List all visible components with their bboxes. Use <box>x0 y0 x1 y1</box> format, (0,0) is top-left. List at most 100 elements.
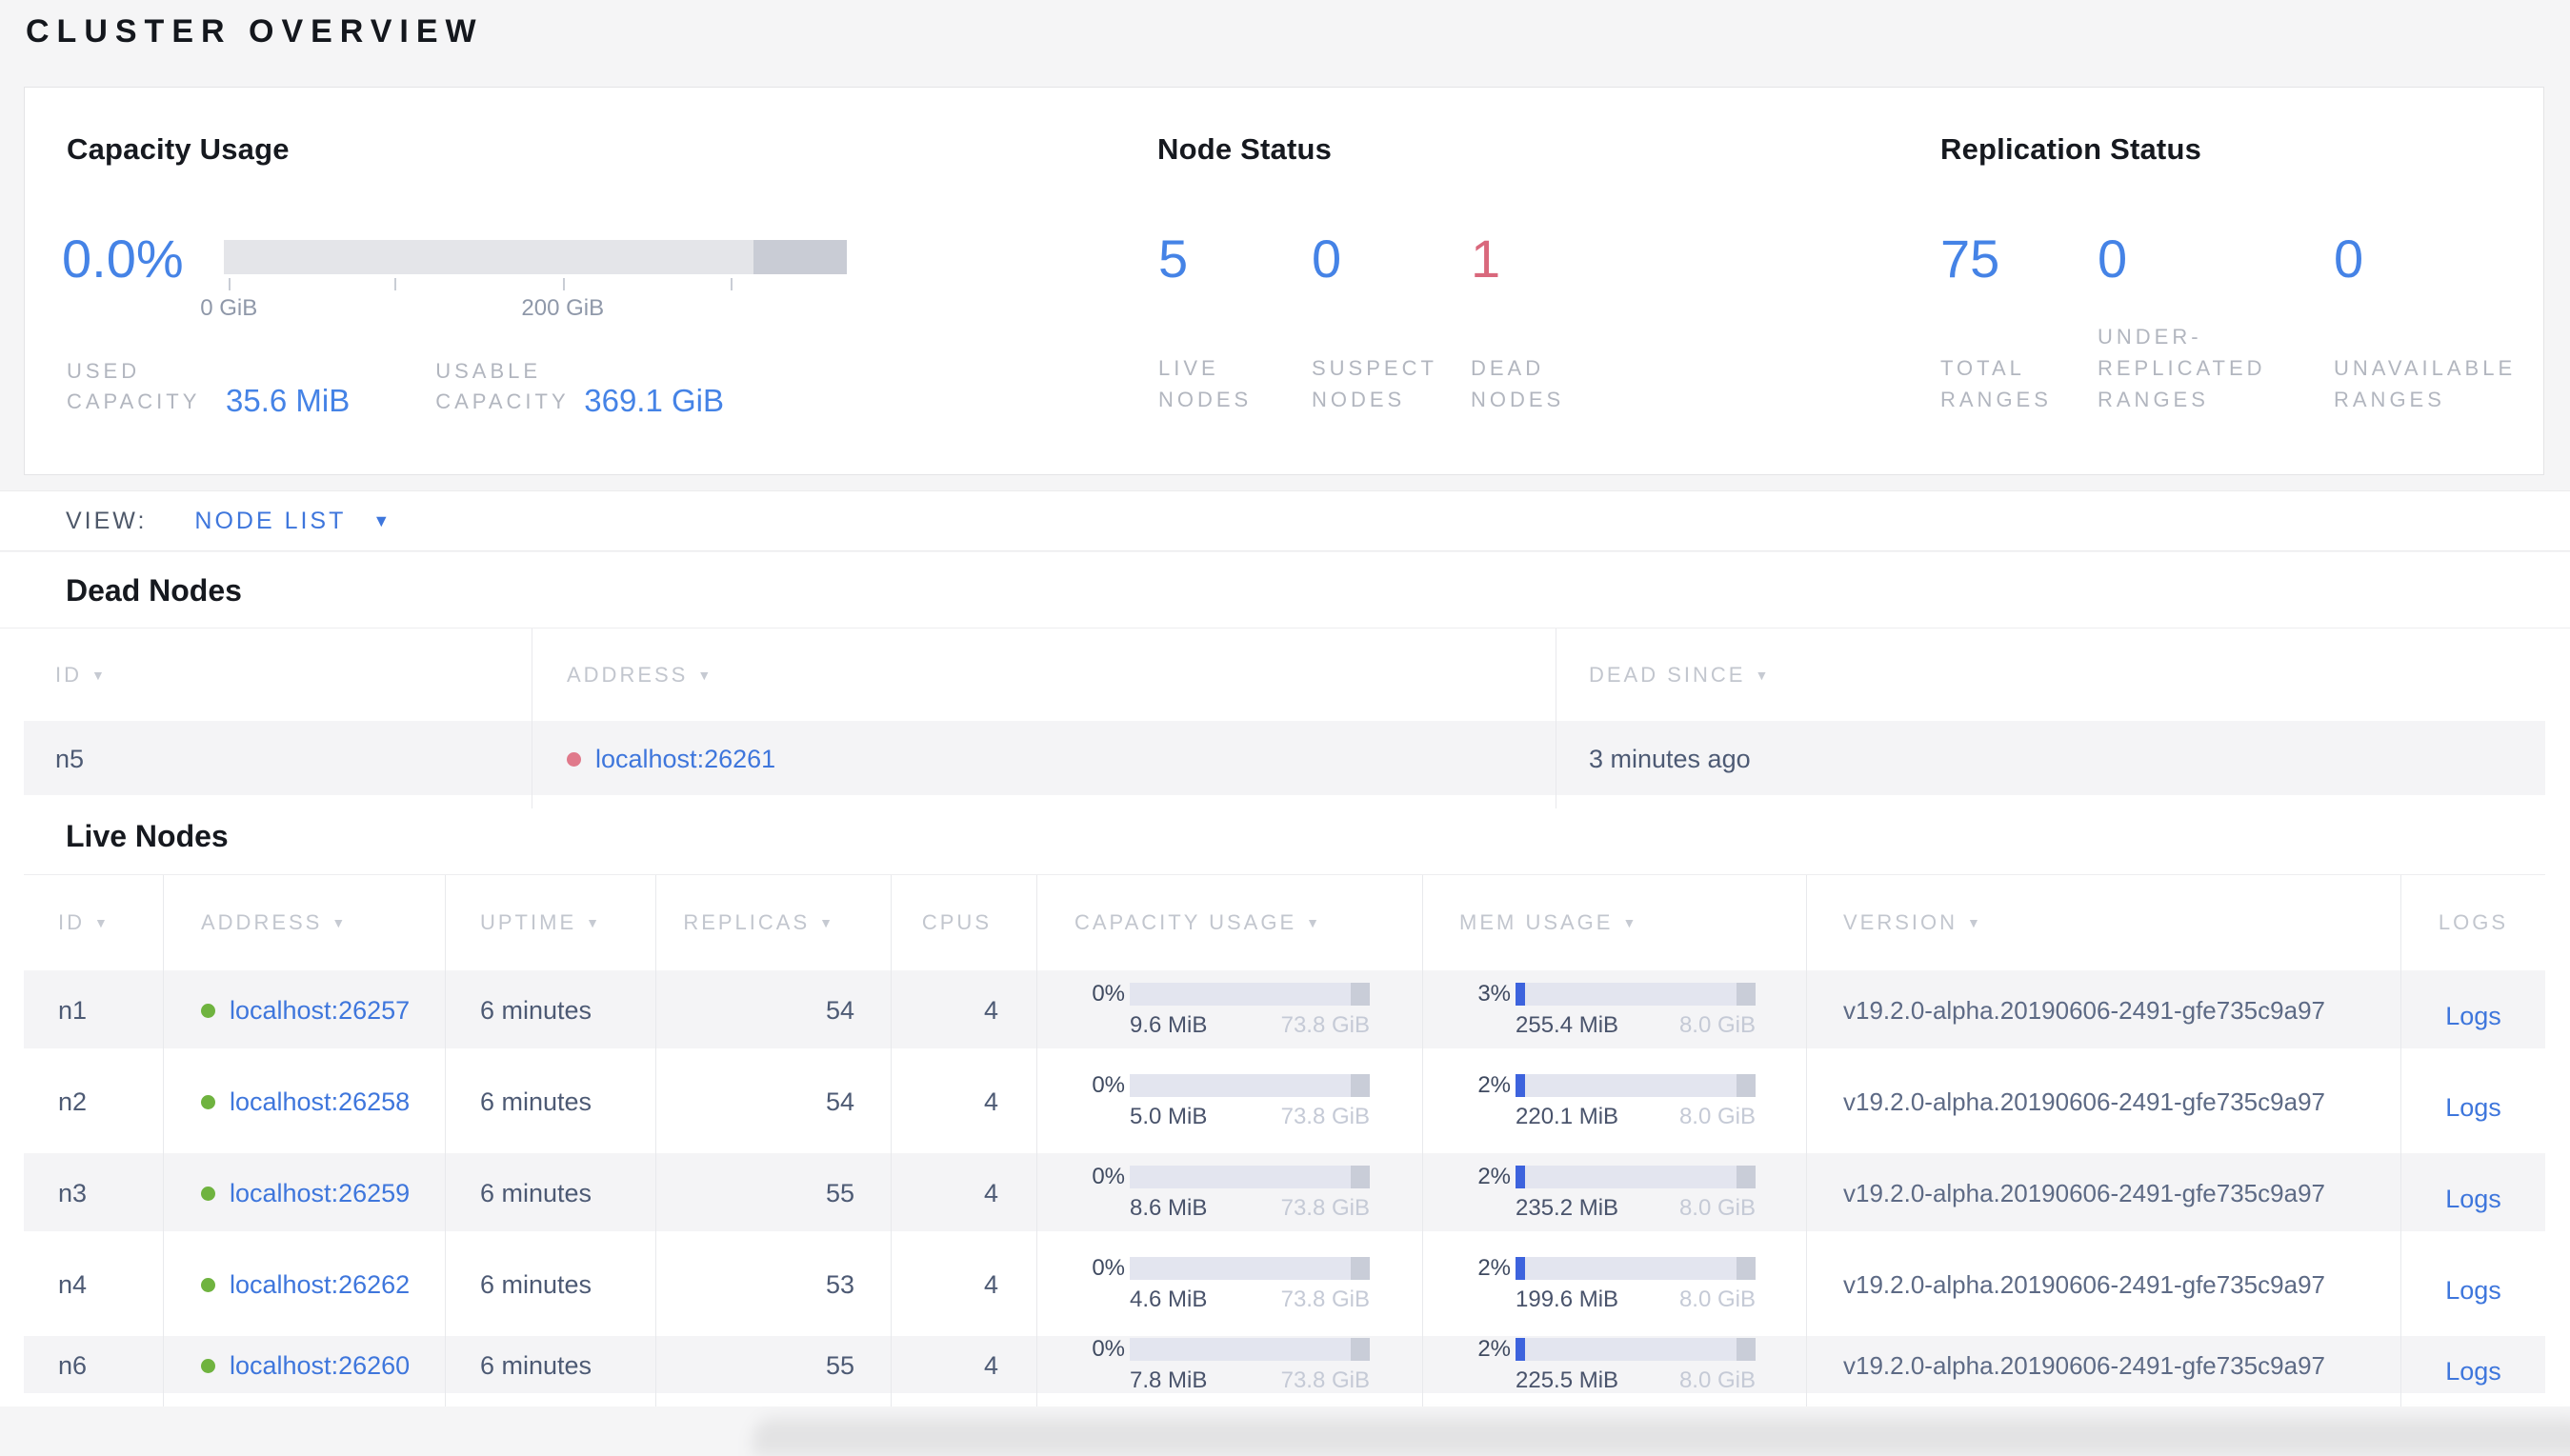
capacity-usage-percent: 0% <box>1092 980 1125 1007</box>
mem-usage-cell: 3% 255.4 MiB 8.0 GiB <box>1423 970 1807 1062</box>
window-shadow-artifact <box>753 1418 2570 1456</box>
column-label: REPLICAS <box>683 910 811 934</box>
live-nodes-column-header-address[interactable]: ADDRESS ▼ <box>164 875 446 970</box>
stat-label-line: CAPACITY <box>435 389 570 413</box>
node-address-link[interactable]: localhost:26257 <box>230 996 410 1026</box>
sort-arrow-icon: ▼ <box>1967 915 1983 930</box>
mem-usage-gauge: 2% 235.2 MiB 8.0 GiB <box>1457 1163 1757 1222</box>
cpus-cell: 4 <box>892 1336 1037 1406</box>
capacity-usage-percent: 0% <box>1092 1163 1125 1189</box>
summary-stat-label: DEAD NODES <box>1471 352 1564 415</box>
summary-stat: 75 TOTAL RANGES <box>1940 88 2098 474</box>
axis-tick-mark <box>730 278 733 290</box>
live-nodes-column-header-version[interactable]: VERSION ▼ <box>1807 875 2401 970</box>
capacity-usage-bar <box>1130 982 1371 1006</box>
dead-nodes-column-header-address[interactable]: ADDRESS ▼ <box>532 628 1556 721</box>
capacity-usage-bar <box>1130 1256 1371 1280</box>
logs-cell: Logs <box>2401 1245 2545 1336</box>
dead-since-cell: 3 minutes ago <box>1589 744 1751 773</box>
capacity-usage-percent: 0% <box>1092 1335 1125 1362</box>
mem-usage-used-value: 255.4 MiB <box>1516 1011 1619 1038</box>
node-address-link[interactable]: localhost:26262 <box>230 1270 410 1300</box>
stat-label-line: CAPACITY <box>67 389 201 413</box>
node-id-cell: n4 <box>24 1245 164 1336</box>
capacity-used-percent: 0.0% <box>62 229 184 289</box>
view-label: VIEW: <box>66 507 148 534</box>
live-nodes-column-header-capacity-usage[interactable]: CAPACITY USAGE ▼ <box>1037 875 1423 970</box>
view-bar: VIEW: NODE LIST ▼ <box>0 490 2570 551</box>
summary-stat-value: 0 <box>2334 229 2364 289</box>
replicas-cell: 53 <box>656 1245 892 1336</box>
node-address-link[interactable]: localhost:26259 <box>230 1179 410 1208</box>
node-address-cell: localhost:26259 <box>164 1153 446 1245</box>
cluster-summary-panel: Capacity Usage Node Status Replication S… <box>24 87 2544 475</box>
mem-usage-gauge: 3% 255.4 MiB 8.0 GiB <box>1457 980 1757 1039</box>
capacity-usage-total-value: 73.8 GiB <box>1280 1286 1370 1312</box>
summary-stat-value: 5 <box>1158 229 1189 289</box>
summary-stat-value: 0 <box>1312 229 1342 289</box>
chevron-down-icon: ▼ <box>372 510 391 530</box>
live-nodes-column-header-mem-usage[interactable]: MEM USAGE ▼ <box>1423 875 1807 970</box>
version-cell: v19.2.0-alpha.20190606-2491-gfe735c9a97 <box>1807 1153 2401 1245</box>
capacity-usage-used-value: 8.6 MiB <box>1130 1194 1208 1221</box>
logs-link[interactable]: Logs <box>2445 1276 2501 1306</box>
node-id-cell: n2 <box>24 1062 164 1153</box>
mem-usage-bar <box>1516 1165 1757 1188</box>
live-nodes-column-header-uptime[interactable]: UPTIME ▼ <box>446 875 656 970</box>
replicas-cell: 55 <box>656 1153 892 1245</box>
page-title: CLUSTER OVERVIEW <box>26 13 484 50</box>
node-address-link[interactable]: localhost:26261 <box>595 745 775 774</box>
uptime-cell: 6 minutes <box>446 1336 656 1406</box>
sort-arrow-icon: ▼ <box>819 915 835 930</box>
mem-usage-total-value: 8.0 GiB <box>1678 1103 1756 1129</box>
mem-usage-total-value: 8.0 GiB <box>1678 1194 1756 1221</box>
version-cell: v19.2.0-alpha.20190606-2491-gfe735c9a97 <box>1807 1336 2401 1406</box>
capacity-usage-gauge <box>224 240 847 274</box>
column-label: ADDRESS <box>567 662 689 687</box>
capacity-usage-total-value: 73.8 GiB <box>1280 1103 1370 1129</box>
live-status-dot-icon <box>201 1277 215 1292</box>
capacity-usage-gauge: 0% 4.6 MiB 73.8 GiB <box>1072 1255 1371 1313</box>
node-address-link[interactable]: localhost:26258 <box>230 1087 410 1117</box>
live-nodes-title: Live Nodes <box>66 819 229 853</box>
mem-usage-percent: 2% <box>1477 1163 1511 1189</box>
live-nodes-column-header-id[interactable]: ID ▼ <box>24 875 164 970</box>
live-nodes-column-header-replicas[interactable]: REPLICAS ▼ <box>656 875 892 970</box>
dead-nodes-table-body: n5 localhost:26261 3 minutes ago <box>24 721 2545 808</box>
mem-usage-total-value: 8.0 GiB <box>1678 1011 1756 1038</box>
capacity-usage-gauge: 0% 5.0 MiB 73.8 GiB <box>1072 1072 1371 1130</box>
live-status-dot-icon <box>201 1094 215 1109</box>
mem-usage-percent: 3% <box>1477 980 1511 1007</box>
live-nodes-table-header: ID ▼ ADDRESS ▼ UPTIME ▼ REPLICAS ▼ CPUS CAPACITY … <box>24 874 2545 970</box>
stat-label-line: REPLICATED <box>2098 356 2266 380</box>
table-row: n3 localhost:26259 6 minutes 55 4 0% 8.6 MiB 73… <box>24 1153 2545 1245</box>
sort-arrow-icon: ▼ <box>1622 915 1639 930</box>
view-selector-dropdown[interactable]: NODE LIST ▼ <box>194 508 390 535</box>
summary-stat: 0 UNAVAILABLE RANGES <box>2334 88 2570 474</box>
logs-cell: Logs <box>2401 970 2545 1062</box>
summary-stat-label: UNDER- REPLICATED RANGES <box>2098 321 2266 415</box>
mem-usage-percent: 2% <box>1477 1071 1511 1098</box>
table-row: n6 localhost:26260 6 minutes 55 4 0% 7.8 MiB 73… <box>24 1336 2545 1406</box>
logs-link[interactable]: Logs <box>2445 1002 2501 1031</box>
capacity-usage-total-value: 73.8 GiB <box>1280 1011 1370 1038</box>
capacity-usage-bar <box>1130 1165 1371 1188</box>
node-address-link[interactable]: localhost:26260 <box>230 1351 410 1381</box>
summary-stat-label: SUSPECT NODES <box>1312 352 1437 415</box>
capacity-usage-total-value: 73.8 GiB <box>1280 1194 1370 1221</box>
version-value: v19.2.0-alpha.20190606-2491-gfe735c9a97 <box>1843 1350 2325 1380</box>
column-label: CPUS <box>921 910 992 934</box>
summary-stat: 1 DEAD NODES <box>1471 88 1699 474</box>
logs-link[interactable]: Logs <box>2445 1093 2501 1123</box>
logs-link[interactable]: Logs <box>2445 1357 2501 1386</box>
stat-label-line: TOTAL <box>1940 356 2025 380</box>
logs-link[interactable]: Logs <box>2445 1185 2501 1214</box>
summary-stat: 0 SUSPECT NODES <box>1312 88 1471 474</box>
table-row: n5 localhost:26261 3 minutes ago <box>24 721 2545 808</box>
capacity-usage-cell: 0% 5.0 MiB 73.8 GiB <box>1037 1062 1423 1153</box>
dead-nodes-column-header-id[interactable]: ID ▼ <box>24 628 532 721</box>
capacity-usage-used-value: 7.8 MiB <box>1130 1366 1208 1393</box>
node-id-cell: n5 <box>24 721 532 808</box>
dead-nodes-column-header-dead-since[interactable]: DEAD SINCE ▼ <box>1556 628 2545 721</box>
cpus-cell: 4 <box>892 1062 1037 1153</box>
